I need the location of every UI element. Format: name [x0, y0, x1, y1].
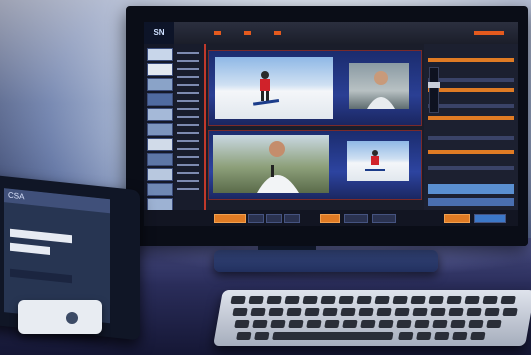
photo-scene: SN CSA: [0, 0, 531, 355]
fader-knob: [428, 82, 440, 88]
thumbnail: [147, 153, 173, 166]
video-presenter-small: [349, 63, 409, 109]
thumbnail: [147, 123, 173, 136]
video-presenter-large: [213, 135, 329, 193]
transport-button: [474, 214, 506, 223]
tablet-input: [10, 268, 72, 284]
monitor-stand-base: [214, 250, 438, 272]
presenter-figure: [257, 141, 299, 193]
transport-button: [444, 214, 470, 223]
panel-strip: [428, 116, 514, 120]
thumbnail: [147, 183, 173, 196]
thumbnail: [147, 138, 173, 151]
thumbnail: [147, 168, 173, 181]
transport-button: [344, 214, 368, 223]
video-skier: [215, 57, 333, 119]
transport-bar: [144, 210, 518, 226]
panel-strip: [428, 88, 514, 92]
transport-button: [284, 214, 300, 223]
panel-strip: [428, 166, 514, 170]
presenter-figure: [367, 71, 395, 109]
transport-button: [248, 214, 264, 223]
thumbnail: [147, 48, 173, 61]
transport-button: [320, 214, 340, 223]
app-toolbar: [174, 22, 518, 44]
panel-strip: [428, 104, 514, 108]
tablet-dock: [18, 300, 102, 334]
toolbar-indicator: [214, 31, 221, 35]
app-logo: SN: [144, 22, 174, 44]
panel-buttons: [428, 184, 514, 194]
toolbar-indicator: [244, 31, 251, 35]
panel-strip: [428, 136, 514, 140]
keyboard: [213, 290, 531, 346]
transport-button: [266, 214, 282, 223]
panel-strip: [428, 150, 514, 154]
dock-camera-icon: [66, 312, 78, 324]
toolbar-indicator: [274, 31, 281, 35]
clip-list: [174, 44, 204, 210]
skier-figure: [252, 71, 280, 106]
tablet-input: [10, 242, 50, 255]
video-skier-small: [347, 141, 409, 181]
toolbar-indicator: [474, 31, 504, 35]
source-thumbnails: [144, 44, 174, 211]
thumbnail: [147, 93, 173, 106]
divider: [204, 44, 206, 210]
transport-button: [214, 214, 246, 223]
thumbnail: [147, 78, 173, 91]
monitor: SN: [126, 6, 528, 246]
transport-button: [372, 214, 396, 223]
thumbnail: [147, 108, 173, 121]
thumbnail: [147, 63, 173, 76]
preview-monitor: [208, 50, 422, 126]
program-monitor: [208, 130, 422, 200]
panel-buttons: [428, 198, 514, 206]
fader: [428, 67, 440, 113]
tablet-input: [10, 228, 72, 244]
skier-figure: [365, 150, 385, 171]
tablet-header: CSA: [4, 188, 110, 214]
monitor-bezel: [126, 226, 528, 246]
panel-strip: [428, 58, 514, 62]
monitor-screen: SN: [144, 22, 518, 226]
panel-strip: [428, 78, 514, 82]
